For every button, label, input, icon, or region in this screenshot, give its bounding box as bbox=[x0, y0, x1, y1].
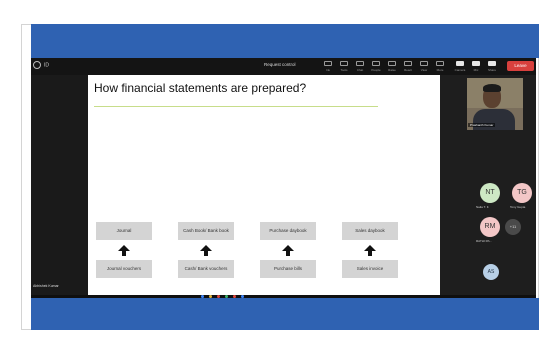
up-arrow-icon bbox=[118, 245, 130, 256]
layout-icon bbox=[420, 61, 428, 66]
avatar-rm[interactable]: RM bbox=[480, 217, 500, 237]
shared-slide: How financial statements are prepared? J… bbox=[88, 75, 440, 296]
participant-video[interactable]: Prashanth Kumar bbox=[467, 78, 523, 130]
avatar-rm-label: RATHI Rh... bbox=[476, 239, 492, 243]
people-button[interactable]: People bbox=[369, 60, 383, 73]
tool-label: Share bbox=[487, 68, 496, 72]
more-button[interactable]: More bbox=[433, 60, 447, 73]
slide-title: How financial statements are prepared? bbox=[94, 81, 307, 95]
chat-icon bbox=[356, 61, 364, 66]
tool-label: Tools bbox=[340, 68, 348, 72]
tool-label: React bbox=[404, 68, 412, 72]
hand-icon bbox=[388, 61, 396, 66]
tool-label: Camera bbox=[454, 68, 466, 72]
more-participants-button[interactable]: +11 bbox=[505, 219, 521, 235]
tool-label: Ink bbox=[325, 68, 330, 72]
ellipsis-icon bbox=[436, 61, 444, 66]
tools-button[interactable]: Tools bbox=[337, 60, 351, 73]
camera-icon bbox=[456, 61, 464, 66]
top-blue-band bbox=[31, 24, 539, 58]
cash-book-box: Cash Book/ Bank book bbox=[178, 222, 234, 240]
tool-label: View bbox=[420, 68, 428, 72]
avatar-as[interactable]: AS bbox=[483, 264, 499, 280]
grid-icon bbox=[340, 61, 348, 66]
journal-box: Journal bbox=[96, 222, 152, 240]
mic-icon bbox=[472, 61, 480, 66]
presenter-name: Abhishek Kumar bbox=[33, 284, 59, 288]
purchase-daybook-box: Purchase daybook bbox=[260, 222, 316, 240]
cash-bank-vouchers-box: Cash/ Bank vouchers bbox=[178, 260, 234, 278]
title-underline bbox=[94, 106, 378, 107]
bottom-blue-band bbox=[31, 298, 539, 330]
pen-icon bbox=[324, 61, 332, 66]
journal-vouchers-box: Journal vouchers bbox=[96, 260, 152, 278]
share-icon bbox=[488, 61, 496, 66]
video-name-tag: Prashanth Kumar bbox=[468, 123, 496, 127]
request-control-button[interactable]: Request control bbox=[264, 62, 296, 67]
view-button[interactable]: View bbox=[417, 60, 431, 73]
avatar-nt[interactable]: NT bbox=[480, 183, 500, 203]
up-arrow-icon bbox=[282, 245, 294, 256]
people-icon bbox=[372, 61, 380, 66]
participant-hair bbox=[483, 84, 501, 92]
mic-button[interactable]: Mic bbox=[469, 60, 483, 73]
tool-label: Raise bbox=[388, 68, 396, 72]
tool-label: Mic bbox=[473, 68, 479, 72]
camera-button[interactable]: Camera bbox=[453, 60, 467, 73]
info-icon bbox=[33, 61, 41, 69]
avatar-nt-label: Naila T. F. bbox=[476, 205, 490, 209]
participants-panel: Prashanth Kumar NT Naila T. F. TG Tony G… bbox=[440, 75, 536, 295]
share-button[interactable]: Share bbox=[485, 60, 499, 73]
avatar-tg-label: Tony Gupta bbox=[510, 205, 526, 209]
sales-invoice-box: Sales invoice bbox=[342, 260, 398, 278]
meeting-info[interactable]: ID bbox=[33, 61, 49, 69]
meeting-id: ID bbox=[44, 62, 49, 69]
tool-label: More bbox=[436, 68, 444, 72]
purchase-bills-box: Purchase bills bbox=[260, 260, 316, 278]
smile-icon bbox=[404, 61, 412, 66]
leave-button[interactable]: Leave bbox=[507, 61, 534, 71]
react-button[interactable]: React bbox=[401, 60, 415, 73]
up-arrow-icon bbox=[200, 245, 212, 256]
sales-daybook-box: Sales daybook bbox=[342, 222, 398, 240]
meeting-toolbar: ID Request control Ink Tools Chat People… bbox=[31, 58, 536, 75]
raise-hand-button[interactable]: Raise bbox=[385, 60, 399, 73]
tool-label: Chat bbox=[356, 68, 364, 72]
meeting-window: ID Request control Ink Tools Chat People… bbox=[31, 58, 536, 298]
tool-label: People bbox=[371, 68, 381, 72]
ink-tool-button[interactable]: Ink bbox=[321, 60, 335, 73]
up-arrow-icon bbox=[364, 245, 376, 256]
avatar-tg[interactable]: TG bbox=[512, 183, 532, 203]
chat-button[interactable]: Chat bbox=[353, 60, 367, 73]
